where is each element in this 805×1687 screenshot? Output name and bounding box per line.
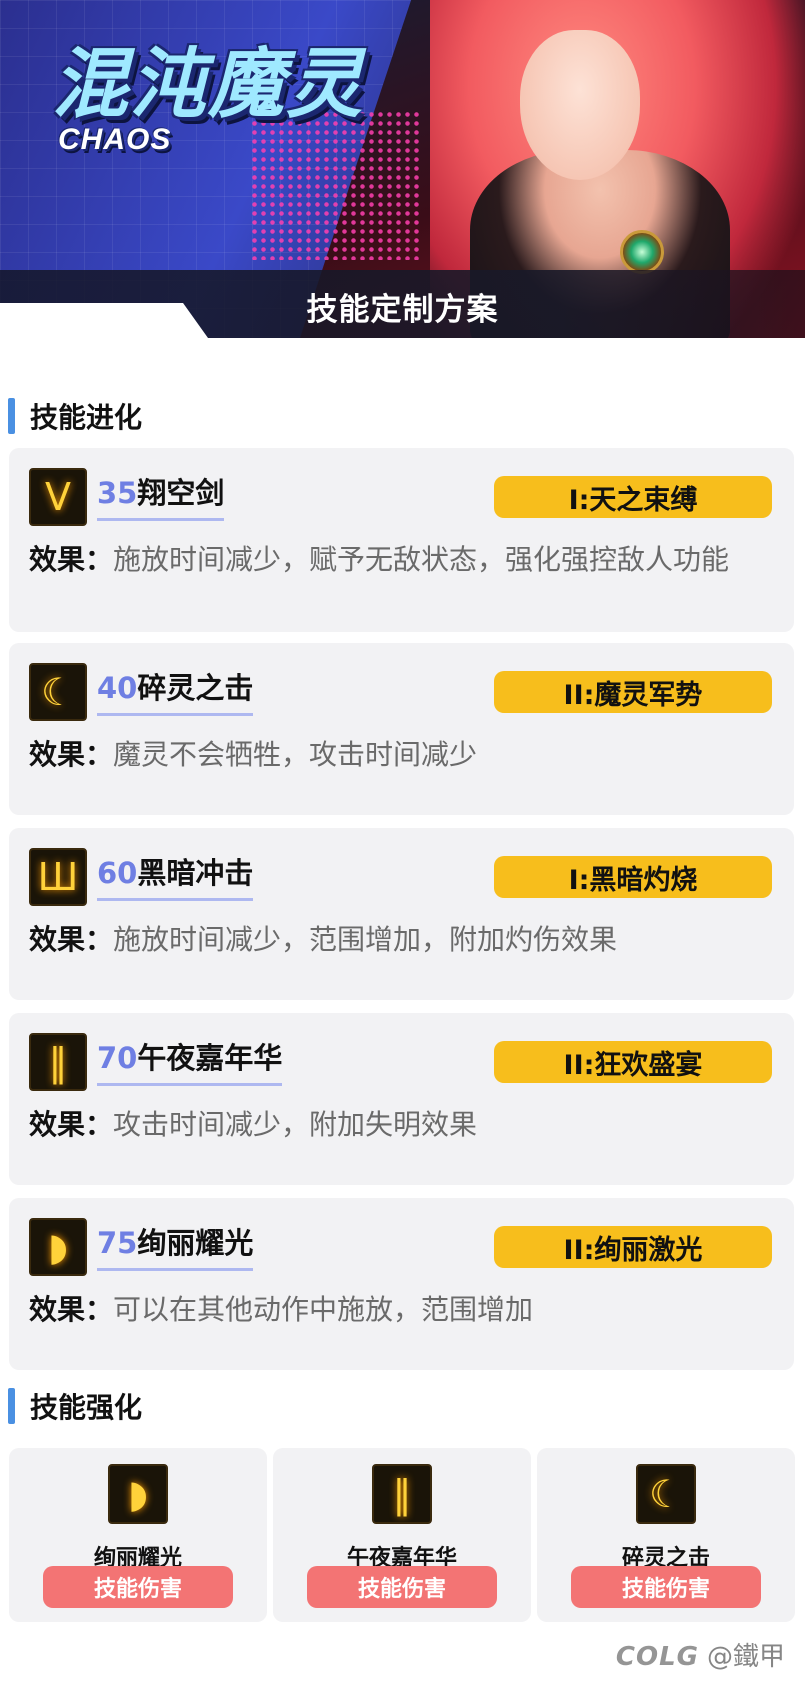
brilliant-light-icon: ◗ <box>29 1218 87 1276</box>
enhance-card: ‖ 午夜嘉年华 技能伤害 <box>273 1448 531 1622</box>
effect-text: 魔灵不会牺牲，攻击时间减少 <box>113 738 478 771</box>
effect-text: 施放时间减少，赋予无敌状态，强化强控敌人功能 <box>113 543 730 576</box>
skill-name: 黑暗冲击 <box>137 856 254 890</box>
enhance-card: ☾ 碎灵之击 技能伤害 <box>537 1448 795 1622</box>
skill-title: 40碎灵之击 <box>97 665 254 716</box>
evolution-badge: I:黑暗灼烧 <box>494 856 772 898</box>
effect-text: 可以在其他动作中施放，范围增加 <box>113 1293 534 1326</box>
spirit-strike-icon: ☾ <box>636 1464 696 1524</box>
skill-title: 35翔空剑 <box>97 470 225 521</box>
watermark: COLG @鐵甲 <box>616 1636 785 1673</box>
evolution-badge: I:天之束缚 <box>494 476 772 518</box>
character-face <box>520 30 640 180</box>
evolution-badge: II:绚丽激光 <box>494 1226 772 1268</box>
skill-effect: 效果：攻击时间减少，附加失明效果 <box>29 1103 769 1147</box>
wings-slash-icon: V <box>29 468 87 526</box>
class-subtitle: CHAOS <box>58 123 172 156</box>
skill-name: 绚丽耀光 <box>137 1226 254 1260</box>
skill-title: 60黑暗冲击 <box>97 850 254 901</box>
skill-name: 碎灵之击 <box>137 671 254 705</box>
evolution-badge: II:魔灵军势 <box>494 671 772 713</box>
midnight-carnival-icon: ‖ <box>372 1464 432 1524</box>
section-header-enhance: 技能强化 <box>8 1386 142 1426</box>
skill-card: Ш 60黑暗冲击 I:黑暗灼烧 效果：施放时间减少，范围增加，附加灼伤效果 <box>9 828 794 1000</box>
enhance-card: ◗ 绚丽耀光 技能伤害 <box>9 1448 267 1622</box>
skill-name: 翔空剑 <box>137 476 225 510</box>
effect-text: 施放时间减少，范围增加，附加灼伤效果 <box>113 923 618 956</box>
section-header-evolution: 技能进化 <box>8 396 142 436</box>
skill-level: 75 <box>97 1226 138 1260</box>
skill-effect: 效果：施放时间减少，赋予无敌状态，强化强控敌人功能 <box>29 538 769 582</box>
effect-label: 效果： <box>29 923 114 956</box>
section-accent-bar <box>8 1388 15 1424</box>
banner-bar-title: 技能定制方案 <box>306 292 499 328</box>
skill-level: 35 <box>97 476 138 510</box>
skill-damage-button[interactable]: 技能伤害 <box>43 1566 233 1608</box>
skill-title: 70午夜嘉年华 <box>97 1035 283 1086</box>
skill-damage-button[interactable]: 技能伤害 <box>307 1566 497 1608</box>
skill-level: 60 <box>97 856 138 890</box>
skill-level: 70 <box>97 1041 138 1075</box>
skill-card: ☾ 40碎灵之击 II:魔灵军势 效果：魔灵不会牺牲，攻击时间减少 <box>9 643 794 815</box>
section-title: 技能强化 <box>30 1391 143 1424</box>
skill-card: ‖ 70午夜嘉年华 II:狂欢盛宴 效果：攻击时间减少，附加失明效果 <box>9 1013 794 1185</box>
skill-name: 午夜嘉年华 <box>137 1041 283 1075</box>
character-gem <box>620 230 664 274</box>
brilliant-light-icon: ◗ <box>108 1464 168 1524</box>
skill-title: 75绚丽耀光 <box>97 1220 254 1271</box>
skill-effect: 效果：施放时间减少，范围增加，附加灼伤效果 <box>29 918 769 962</box>
skill-card: ◗ 75绚丽耀光 II:绚丽激光 效果：可以在其他动作中施放，范围增加 <box>9 1198 794 1370</box>
effect-label: 效果： <box>29 543 114 576</box>
effect-text: 攻击时间减少，附加失明效果 <box>113 1108 478 1141</box>
skill-level: 40 <box>97 671 138 705</box>
effect-label: 效果： <box>29 1108 114 1141</box>
skill-card: V 35翔空剑 I:天之束缚 效果：施放时间减少，赋予无敌状态，强化强控敌人功能 <box>9 448 794 632</box>
section-title: 技能进化 <box>30 401 143 434</box>
dark-impact-icon: Ш <box>29 848 87 906</box>
hero-banner: 混沌魔灵 CHAOS 技能定制方案 <box>0 0 805 338</box>
skill-effect: 效果：可以在其他动作中施放，范围增加 <box>29 1288 769 1332</box>
skill-damage-button[interactable]: 技能伤害 <box>571 1566 761 1608</box>
skill-effect: 效果：魔灵不会牺牲，攻击时间减少 <box>29 733 769 777</box>
effect-label: 效果： <box>29 1293 114 1326</box>
watermark-author: @鐵甲 <box>706 1642 785 1672</box>
spirit-strike-icon: ☾ <box>29 663 87 721</box>
section-accent-bar <box>8 398 15 434</box>
colg-logo: COLG <box>615 1642 699 1672</box>
evolution-badge: II:狂欢盛宴 <box>494 1041 772 1083</box>
banner-halftone-dots <box>250 110 420 260</box>
midnight-carnival-icon: ‖ <box>29 1033 87 1091</box>
effect-label: 效果： <box>29 738 114 771</box>
class-title: 混沌魔灵 <box>52 39 364 128</box>
